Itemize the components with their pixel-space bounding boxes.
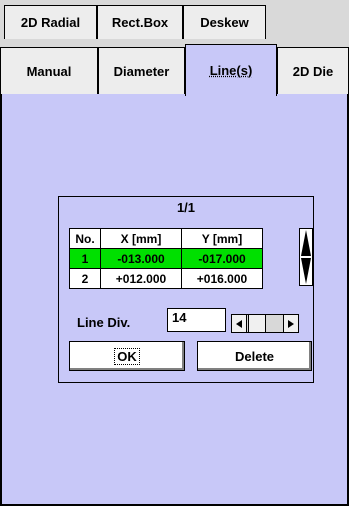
delete-label: Delete — [234, 348, 275, 364]
table-scrollbar[interactable] — [299, 228, 313, 286]
tab-diameter[interactable]: Diameter — [98, 47, 185, 94]
row-y: +016.000 — [181, 268, 263, 289]
col-y-header: Y [mm] — [181, 228, 263, 249]
tab-label: Manual — [26, 63, 72, 79]
tab-label: Rect.Box — [111, 15, 169, 30]
delete-button[interactable]: Delete — [197, 341, 312, 371]
scroll-down-icon[interactable] — [300, 257, 312, 285]
row-no: 1 — [69, 248, 101, 269]
arrow-left-icon[interactable] — [232, 315, 247, 332]
tab-2d-radial[interactable]: 2D Radial — [4, 5, 97, 39]
tab-manual[interactable]: Manual — [0, 47, 98, 94]
table-row[interactable]: 2 +012.000 +016.000 — [69, 268, 263, 289]
line-div-label: Line Div. — [77, 315, 131, 330]
tab-label: Deskew — [200, 15, 249, 30]
tab-rect-box[interactable]: Rect.Box — [97, 5, 183, 39]
points-table: No. X [mm] Y [mm] 1 -013.000 -017.000 2 … — [69, 228, 263, 289]
col-x-header: X [mm] — [100, 228, 182, 249]
ok-button[interactable]: OK — [69, 341, 185, 371]
slider-thumb[interactable] — [248, 315, 266, 332]
row-x: -013.000 — [100, 248, 182, 269]
page-indicator: 1/1 — [176, 200, 196, 215]
tab-label: Line(s) — [209, 63, 253, 78]
row-no: 2 — [69, 268, 101, 289]
table-header: No. X [mm] Y [mm] — [69, 228, 263, 249]
tab-deskew[interactable]: Deskew — [183, 5, 266, 39]
arrow-right-icon[interactable] — [283, 315, 298, 332]
tab-lines[interactable]: Line(s) — [185, 44, 277, 96]
points-dialog: 1/1 No. X [mm] Y [mm] 1 -013.000 -017.00… — [58, 196, 314, 383]
tab-label: 2D Die — [292, 63, 334, 79]
table-row[interactable]: 1 -013.000 -017.000 — [69, 248, 263, 269]
tab-label: 2D Radial — [20, 15, 81, 30]
row-x: +012.000 — [100, 268, 182, 289]
col-no-header: No. — [69, 228, 101, 249]
line-div-input[interactable]: 14 — [167, 308, 226, 332]
tab-2d-die[interactable]: 2D Die — [277, 47, 349, 94]
scroll-up-icon[interactable] — [300, 229, 312, 257]
ok-label: OK — [114, 347, 140, 365]
row-y: -017.000 — [181, 248, 263, 269]
tab-label: Diameter — [113, 63, 170, 79]
line-div-slider[interactable] — [231, 314, 299, 333]
